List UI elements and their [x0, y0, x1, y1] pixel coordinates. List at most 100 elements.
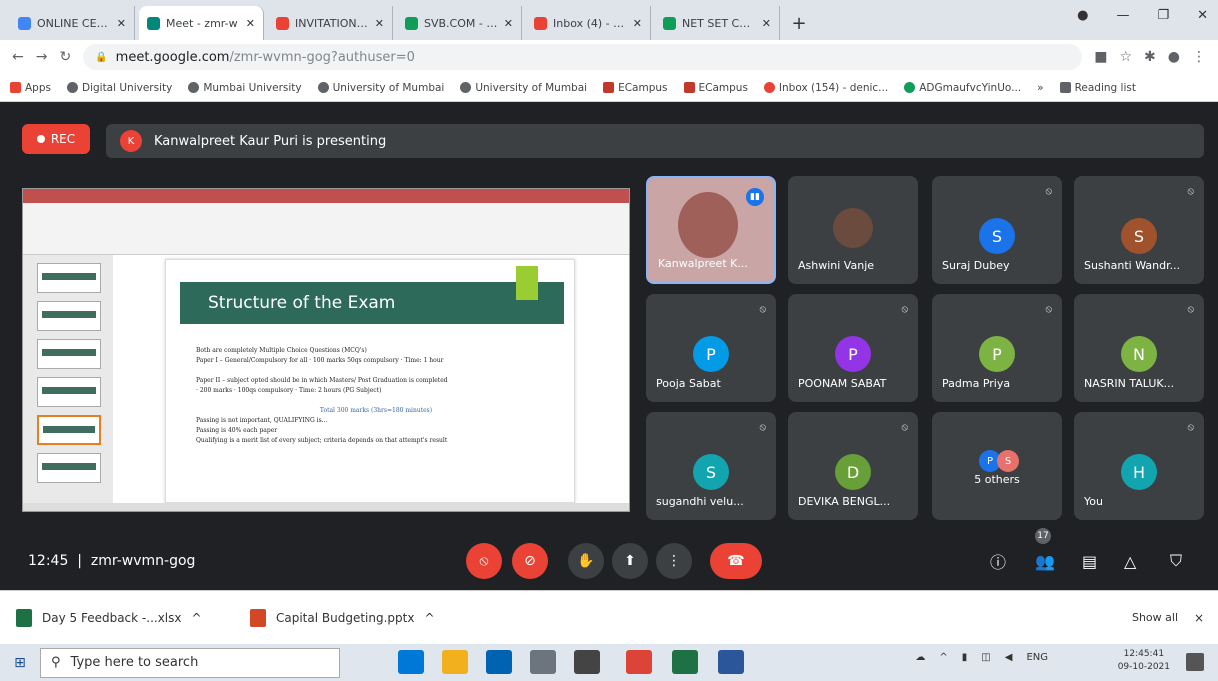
camera-toggle-button[interactable]: ⊘ [512, 543, 548, 579]
taskbar-clock[interactable]: 12:45:41 09-10-2021 [1118, 648, 1170, 674]
browser-tab[interactable]: INVITATION LETTER ✕ [268, 6, 393, 40]
participant-tile[interactable]: ⦸ S sugandhi velu... [646, 412, 776, 520]
bookmark[interactable]: University of Mumbai [317, 82, 444, 94]
presenting-text: Kanwalpreet Kaur Puri is presenting [154, 133, 387, 149]
browser-tab-active[interactable]: Meet - zmr-w ✕ [139, 6, 264, 40]
participant-avatar: S [1121, 218, 1157, 254]
participant-avatar: S [997, 450, 1019, 472]
word-icon[interactable] [718, 650, 744, 674]
participant-tile[interactable]: ⦸ P Padma Priya [932, 294, 1062, 402]
windows-start-icon[interactable]: ⊞ [0, 644, 40, 681]
bookmark-apps[interactable]: Apps [10, 82, 51, 94]
show-all-button[interactable]: Show all [1132, 611, 1178, 624]
close-icon[interactable]: ✕ [633, 17, 642, 30]
url-field[interactable]: 🔒 meet.google.com/zmr-wvmn-gog?authuser=… [83, 44, 1083, 70]
bookmark[interactable]: Mumbai University [188, 82, 302, 94]
browser-tab[interactable]: Inbox (4) - netsetc ✕ [526, 6, 651, 40]
minimize-icon[interactable]: — [1116, 8, 1129, 23]
bookmark[interactable]: ADGmaufvcYinUo... [904, 82, 1021, 94]
chrome-icon[interactable] [626, 650, 652, 674]
hang-up-icon: ☎ [727, 553, 745, 569]
others-tile[interactable]: P S 5 others [932, 412, 1062, 520]
participant-name: You [1084, 495, 1103, 508]
close-window-icon[interactable]: ✕ [1197, 8, 1208, 23]
participant-name: Ashwini Vanje [798, 259, 875, 272]
maximize-icon[interactable]: ❐ [1157, 8, 1169, 23]
participant-tile[interactable]: ⦸ P POONAM SABAT [788, 294, 918, 402]
avatar[interactable]: ● [1168, 49, 1180, 65]
menu-icon[interactable]: ⋮ [1192, 49, 1206, 65]
media-icon[interactable] [574, 650, 600, 674]
volume-icon[interactable]: ◀ [1005, 652, 1013, 663]
chat-icon[interactable]: ▤ [1082, 552, 1097, 571]
excel-icon[interactable] [672, 650, 698, 674]
bookmark[interactable]: Digital University [66, 82, 172, 94]
leave-call-button[interactable]: ☎ [710, 543, 762, 579]
participant-tile[interactable]: Ashwini Vanje [788, 176, 918, 284]
file-explorer-icon[interactable] [442, 650, 468, 674]
edge-icon[interactable] [398, 650, 424, 674]
participant-tile[interactable]: ⦸ S Sushanti Wandr... [1074, 176, 1204, 284]
network-icon[interactable]: ◫ [981, 652, 990, 663]
browser-tab[interactable]: ONLINE CERTIFICA ✕ [10, 6, 135, 40]
mic-toggle-button[interactable]: ⦸ [466, 543, 502, 579]
slide-thumbnail [37, 263, 101, 293]
bookmark[interactable]: ECampus [603, 82, 668, 94]
raise-hand-button[interactable]: ✋ [568, 543, 604, 579]
host-controls-icon[interactable]: ⛉ [1170, 551, 1182, 571]
store-icon[interactable] [486, 650, 512, 674]
chevron-up-icon[interactable]: ^ [939, 652, 947, 663]
presenting-banner: K Kanwalpreet Kaur Puri is presenting [106, 124, 1204, 158]
star-icon[interactable]: ☆ [1119, 49, 1132, 65]
bookmark-label: » [1037, 81, 1044, 94]
close-icon[interactable]: ✕ [504, 17, 513, 30]
mic-off-icon: ⦸ [759, 304, 766, 315]
activities-icon[interactable]: △ [1124, 552, 1136, 571]
presentation-screen[interactable]: Structure of the Exam Both are completel… [22, 188, 630, 512]
people-icon[interactable]: 👥 [1035, 552, 1055, 571]
close-icon[interactable]: ✕ [117, 17, 126, 30]
more-bookmarks[interactable]: » [1037, 82, 1043, 94]
close-icon[interactable]: ✕ [762, 17, 771, 30]
gmail-favicon [534, 16, 547, 30]
bookmark[interactable]: University of Mumbai [460, 82, 587, 94]
taskbar-search[interactable]: ⚲ Type here to search [40, 647, 340, 678]
back-icon[interactable]: ← [12, 49, 24, 65]
info-icon[interactable]: ⓘ [990, 549, 1006, 573]
self-tile[interactable]: ⦸ H You [1074, 412, 1204, 520]
slide-line: Paper II – subject opted should be in wh… [196, 377, 448, 384]
chevron-up-icon[interactable]: ^ [191, 611, 201, 625]
download-item[interactable]: Day 5 Feedback -...xlsx ^ [16, 608, 226, 627]
language-indicator[interactable]: ENG [1026, 652, 1048, 663]
close-icon[interactable]: ✕ [246, 17, 255, 30]
participant-tile[interactable]: ⦸ N NASRIN TALUK... [1074, 294, 1204, 402]
profile-icon[interactable]: ● [1077, 8, 1088, 23]
close-icon[interactable]: ✕ [375, 17, 384, 30]
dropbox-icon[interactable] [530, 650, 556, 674]
extensions-icon[interactable]: ✱ [1144, 49, 1156, 65]
participant-tile[interactable]: ▮▮ Kanwalpreet K... [646, 176, 776, 284]
download-item[interactable]: Capital Budgeting.pptx ^ [250, 608, 460, 627]
slide-accent [516, 266, 538, 300]
new-tab-button[interactable]: + [784, 6, 814, 40]
participant-tile[interactable]: ⦸ D DEVIKA BENGL... [788, 412, 918, 520]
slide-title: Structure of the Exam [180, 282, 564, 324]
participant-tile[interactable]: ⦸ S Suraj Dubey [932, 176, 1062, 284]
participant-tile[interactable]: ⦸ P Pooja Sabat [646, 294, 776, 402]
bookmark[interactable]: Inbox (154) - denic... [763, 82, 888, 94]
camera-icon[interactable]: ■ [1094, 49, 1107, 65]
forward-icon[interactable]: → [36, 49, 48, 65]
notification-icon[interactable] [1186, 653, 1204, 671]
reading-list[interactable]: Reading list [1059, 82, 1136, 94]
chevron-up-icon[interactable]: ^ [424, 611, 434, 625]
more-options-button[interactable]: ⋮ [656, 543, 692, 579]
browser-tab[interactable]: NET SET COURSE ✕ [655, 6, 780, 40]
browser-tab[interactable]: SVB.COM - Google ✕ [397, 6, 522, 40]
battery-icon[interactable]: ▮ [962, 652, 968, 663]
close-downloads-button[interactable]: × [1194, 611, 1204, 625]
weather-icon[interactable]: ☁ [915, 652, 925, 663]
bookmark[interactable]: ECampus [683, 82, 748, 94]
present-button[interactable]: ⬆ [612, 543, 648, 579]
reload-icon[interactable]: ↻ [59, 49, 71, 65]
slide-body: Both are completely Multiple Choice Ques… [196, 346, 556, 446]
